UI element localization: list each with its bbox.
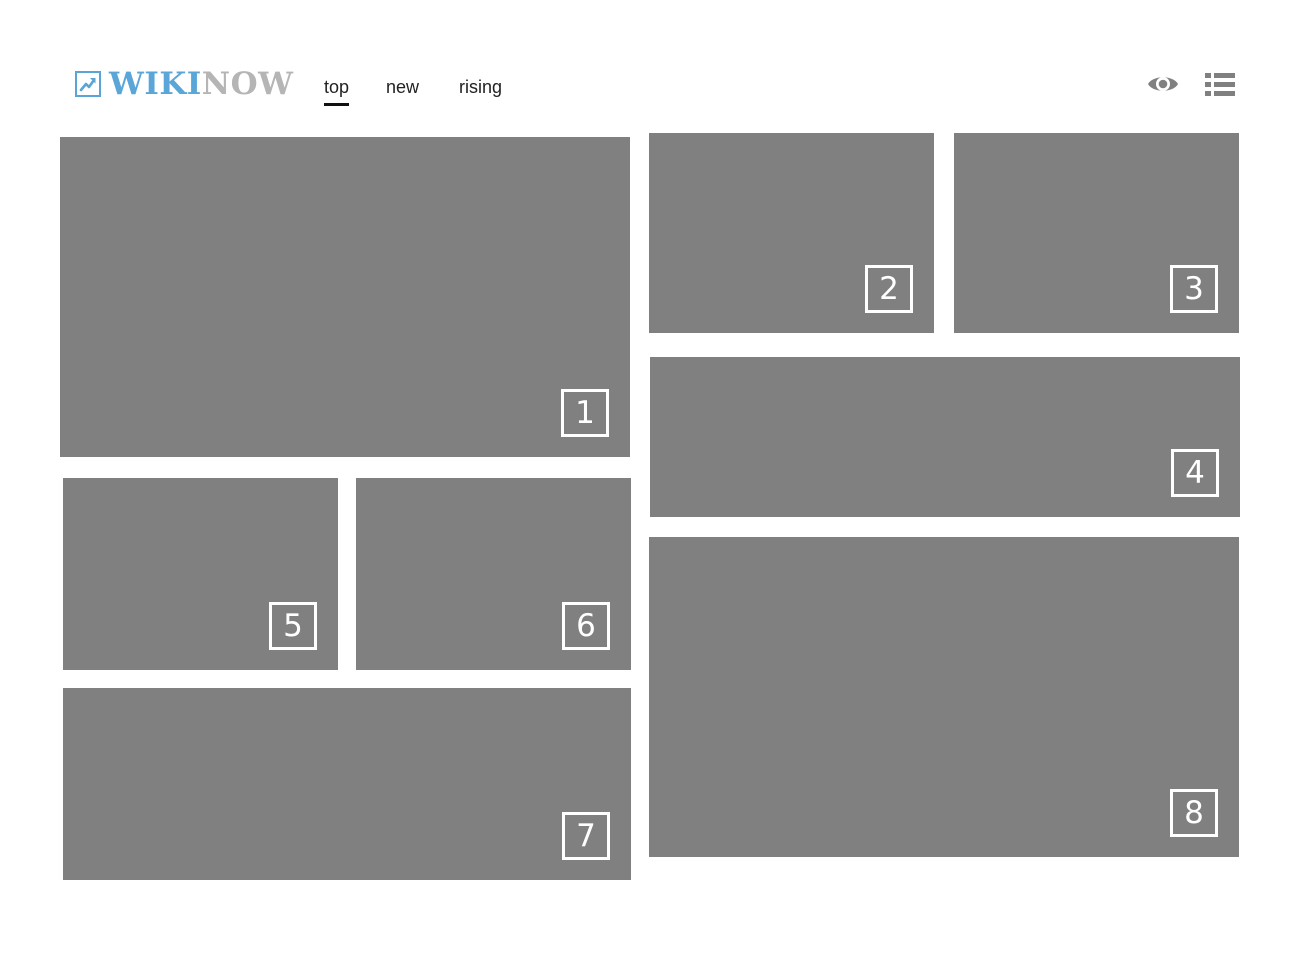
- tile-1[interactable]: 1: [60, 137, 630, 457]
- tile-3[interactable]: 3: [954, 133, 1239, 333]
- logo-wordmark-wiki: WIKI: [109, 66, 202, 102]
- tile-6[interactable]: 6: [356, 478, 631, 670]
- tab-rising[interactable]: rising: [459, 76, 502, 98]
- tile-number-badge: 5: [269, 602, 317, 650]
- tab-new[interactable]: new: [386, 76, 419, 98]
- tile-number-badge: 8: [1170, 789, 1218, 837]
- tile-5[interactable]: 5: [63, 478, 338, 670]
- tile-8[interactable]: 8: [649, 537, 1239, 857]
- tab-top[interactable]: top: [324, 76, 350, 106]
- tile-number-badge: 6: [562, 602, 610, 650]
- logo-wordmark: WIKINOW: [109, 66, 293, 102]
- tile-number-badge: 4: [1171, 449, 1219, 497]
- tile-number-badge: 2: [865, 265, 913, 313]
- tile-4[interactable]: 4: [650, 357, 1240, 517]
- logo-wordmark-now: NOW: [201, 66, 294, 102]
- trending-up-icon: [75, 71, 101, 97]
- tile-2[interactable]: 2: [649, 133, 934, 333]
- tile-number-badge: 3: [1170, 265, 1218, 313]
- logo[interactable]: WIKINOW: [75, 66, 293, 102]
- list-icon[interactable]: [1203, 71, 1237, 99]
- eye-icon[interactable]: [1146, 70, 1180, 98]
- tile-number-badge: 1: [561, 389, 609, 437]
- tile-number-badge: 7: [562, 812, 610, 860]
- tile-7[interactable]: 7: [63, 688, 631, 880]
